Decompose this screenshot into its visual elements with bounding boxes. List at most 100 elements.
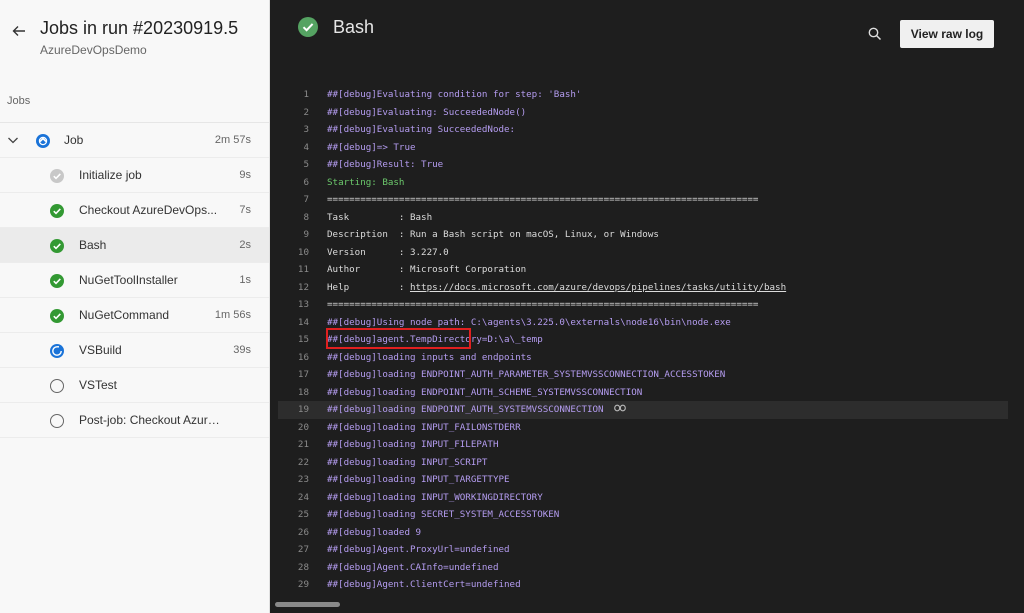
log-panel: Bash View raw log 1 ##[debug]Evaluating c… bbox=[270, 0, 1024, 613]
log-text: ##[debug]Agent.ProxyUrl=undefined bbox=[327, 544, 510, 555]
line-number: 14 bbox=[297, 316, 309, 328]
jobs-section-label: Jobs bbox=[7, 95, 31, 107]
version-annotation-box bbox=[326, 328, 471, 349]
step-duration: 7s bbox=[239, 204, 251, 216]
log-line: 9 Description : Run a Bash script on macO… bbox=[278, 226, 1008, 244]
log-text: ##[debug]Evaluating condition for step: … bbox=[327, 89, 582, 100]
log-text: ##[debug]loading ENDPOINT_AUTH_SYSTEMVSS… bbox=[327, 401, 626, 419]
log-text: ##[debug]loading INPUT_TARGETTYPE bbox=[327, 474, 510, 485]
log-line: 10 Version : 3.227.0 bbox=[278, 244, 1008, 262]
line-number: 22 bbox=[297, 456, 309, 468]
step-row-selected[interactable]: Bash 2s bbox=[0, 228, 269, 263]
step-title: Bash bbox=[333, 17, 375, 37]
log-line: 3 ##[debug]Evaluating SucceededNode: bbox=[278, 121, 1008, 139]
log-line: 13 ======================================… bbox=[278, 296, 1008, 314]
step-name: Post-job: Checkout Azure... bbox=[79, 413, 224, 427]
log-text: ##[debug]loading INPUT_FAILONSTDERR bbox=[327, 421, 521, 433]
log-line: 24 ##[debug]loading INPUT_WORKINGDIRECTOR… bbox=[278, 489, 1008, 507]
log-text: ##[debug]Evaluating: SucceededNode() bbox=[327, 106, 527, 118]
line-number: 18 bbox=[297, 386, 309, 398]
step-row[interactable]: Initialize job 9s bbox=[0, 158, 269, 193]
line-number: 9 bbox=[303, 229, 309, 240]
log-text: ##[debug]Agent.CAInfo=undefined bbox=[327, 561, 499, 573]
log-line: 28 ##[debug]Agent.CAInfo=undefined bbox=[278, 559, 1008, 577]
skipped-check-icon bbox=[50, 169, 64, 183]
log-text-content: ##[debug]loading ENDPOINT_AUTH_SYSTEMVSS… bbox=[327, 404, 604, 415]
line-number: 5 bbox=[303, 159, 309, 170]
job-steps-list: Job 2m 57s Initialize job 9s Checkout Az… bbox=[0, 123, 269, 438]
line-number: 12 bbox=[297, 281, 309, 293]
log-text: ##[debug]loading ENDPOINT_AUTH_PARAMETER… bbox=[327, 369, 726, 380]
line-number: 20 bbox=[297, 421, 309, 433]
log-line: 16 ##[debug]loading inputs and endpoints bbox=[278, 349, 1008, 367]
line-number: 29 bbox=[297, 579, 309, 590]
line-number: 16 bbox=[297, 351, 309, 363]
log-text: ##[debug]loading ENDPOINT_AUTH_SCHEME_SY… bbox=[327, 386, 643, 398]
line-number: 25 bbox=[297, 509, 309, 520]
job-row[interactable]: Job 2m 57s bbox=[0, 123, 269, 158]
run-title: Jobs in run #20230919.5 bbox=[40, 18, 239, 38]
log-text: ##[debug]Evaluating SucceededNode: bbox=[327, 124, 516, 135]
link-icon[interactable] bbox=[613, 401, 626, 419]
step-duration: 9s bbox=[239, 169, 251, 181]
view-raw-log-button[interactable]: View raw log bbox=[900, 20, 994, 48]
line-number: 24 bbox=[297, 491, 309, 503]
log-line-highlighted[interactable]: 19 ##[debug]loading ENDPOINT_AUTH_SYSTEMV… bbox=[278, 401, 1008, 419]
step-name: NuGetToolInstaller bbox=[79, 273, 178, 287]
log-text: Task : Bash bbox=[327, 211, 433, 223]
success-check-icon bbox=[50, 274, 64, 288]
log-text: Author : Microsoft Corporation bbox=[327, 264, 527, 275]
log-line: 5 ##[debug]Result: True bbox=[278, 156, 1008, 174]
help-link[interactable]: https://docs.microsoft.com/azure/devops/… bbox=[410, 282, 786, 293]
search-icon[interactable] bbox=[867, 26, 883, 42]
log-text: ##[debug]=> True bbox=[327, 141, 416, 153]
log-text: ##[debug]loading INPUT_SCRIPT bbox=[327, 456, 488, 468]
line-number: 2 bbox=[303, 106, 309, 118]
log-text: Description : Run a Bash script on macOS… bbox=[327, 229, 659, 240]
log-separator: ========================================… bbox=[327, 299, 759, 310]
line-number: 7 bbox=[303, 194, 309, 205]
step-row[interactable]: Checkout AzureDevOps... 7s bbox=[0, 193, 269, 228]
log-line: 18 ##[debug]loading ENDPOINT_AUTH_SCHEME_… bbox=[278, 384, 1008, 402]
running-status-icon bbox=[50, 344, 64, 358]
line-number: 6 bbox=[303, 176, 309, 188]
step-row[interactable]: Post-job: Checkout Azure... bbox=[0, 403, 269, 438]
log-line: 27 ##[debug]Agent.ProxyUrl=undefined bbox=[278, 541, 1008, 559]
log-line: 4 ##[debug]=> True bbox=[278, 139, 1008, 157]
line-number: 26 bbox=[297, 526, 309, 538]
line-number: 19 bbox=[297, 404, 309, 415]
step-name: Initialize job bbox=[79, 168, 142, 182]
log-line: 7 =======================================… bbox=[278, 191, 1008, 209]
log-text: ##[debug]loading INPUT_FILEPATH bbox=[327, 439, 499, 450]
step-name: VSBuild bbox=[79, 343, 122, 357]
step-row[interactable]: NuGetToolInstaller 1s bbox=[0, 263, 269, 298]
line-number: 11 bbox=[297, 264, 309, 275]
step-name: NuGetCommand bbox=[79, 308, 170, 322]
log-output: 1 ##[debug]Evaluating condition for step:… bbox=[278, 86, 1008, 594]
job-name: Job bbox=[64, 133, 84, 147]
log-line: 11 Author : Microsoft Corporation bbox=[278, 261, 1008, 279]
horizontal-scrollbar[interactable] bbox=[275, 602, 340, 607]
success-check-icon bbox=[50, 309, 64, 323]
step-duration: 1m 56s bbox=[214, 309, 251, 321]
chevron-down-icon[interactable] bbox=[6, 133, 20, 147]
step-row[interactable]: VSTest bbox=[0, 368, 269, 403]
log-line: 21 ##[debug]loading INPUT_FILEPATH bbox=[278, 436, 1008, 454]
line-number: 23 bbox=[297, 474, 309, 485]
help-prefix: Help : bbox=[327, 281, 410, 293]
pending-circle-icon bbox=[50, 379, 64, 393]
log-line: 8 Task : Bash bbox=[278, 209, 1008, 227]
log-line: 25 ##[debug]loading SECRET_SYSTEM_ACCESST… bbox=[278, 506, 1008, 524]
running-status-icon bbox=[36, 134, 50, 148]
back-arrow-icon[interactable] bbox=[10, 24, 28, 42]
step-name: Bash bbox=[79, 238, 107, 252]
step-duration: 1s bbox=[239, 274, 251, 286]
line-number: 1 bbox=[303, 89, 309, 100]
step-duration: 2s bbox=[239, 239, 251, 251]
line-number: 4 bbox=[303, 141, 309, 153]
step-row[interactable]: VSBuild 39s bbox=[0, 333, 269, 368]
log-text: ##[debug]loading inputs and endpoints bbox=[327, 351, 532, 363]
step-row[interactable]: NuGetCommand 1m 56s bbox=[0, 298, 269, 333]
log-text: ##[debug]loaded 9 bbox=[327, 526, 422, 538]
log-line: 29 ##[debug]Agent.ClientCert=undefined bbox=[278, 576, 1008, 594]
